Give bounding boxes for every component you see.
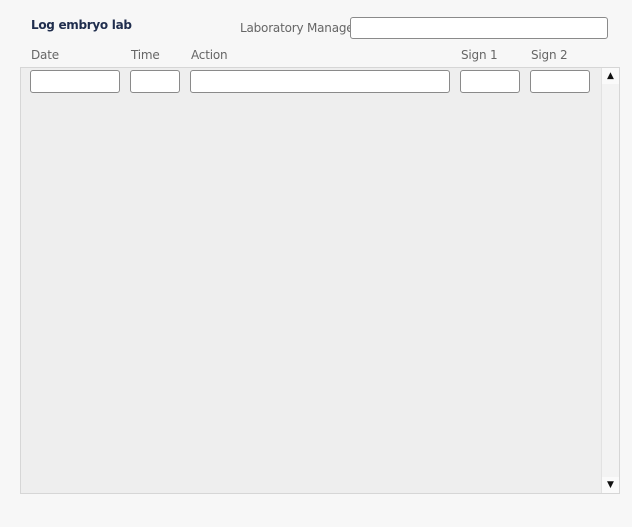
time-input[interactable]	[130, 70, 180, 93]
laboratory-manager-label: Laboratory Manager	[240, 21, 359, 35]
log-rows-panel: ▲ ▼	[20, 67, 620, 494]
sign-1-input[interactable]	[460, 70, 520, 93]
column-header-action: Action	[191, 48, 228, 62]
column-header-date: Date	[31, 48, 59, 62]
form-title: Log embryo lab	[31, 18, 132, 32]
log-form: Log embryo lab Laboratory Manager Date T…	[0, 0, 632, 527]
column-header-time: Time	[131, 48, 160, 62]
sign-2-input[interactable]	[530, 70, 590, 93]
date-input[interactable]	[30, 70, 120, 93]
column-header-sign-2: Sign 2	[531, 48, 568, 62]
laboratory-manager-input[interactable]	[350, 17, 608, 39]
scroll-up-icon[interactable]: ▲	[602, 68, 619, 84]
vertical-scrollbar[interactable]: ▲ ▼	[601, 68, 619, 493]
column-header-sign-1: Sign 1	[461, 48, 498, 62]
action-input[interactable]	[190, 70, 450, 93]
scroll-down-icon[interactable]: ▼	[602, 477, 619, 493]
